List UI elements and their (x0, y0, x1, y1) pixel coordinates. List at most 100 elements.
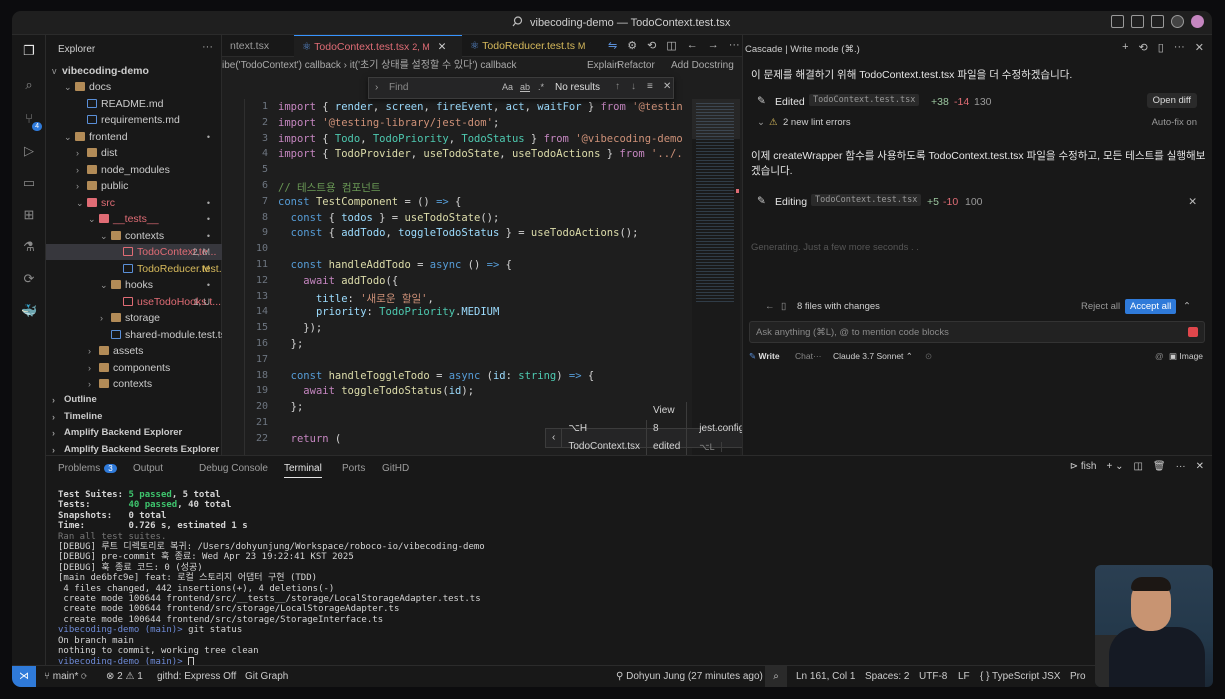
next-match-icon[interactable]: ↓ (631, 81, 636, 92)
panel-tab-debug-console[interactable]: Debug Console (199, 463, 268, 474)
back-arrow-icon[interactable]: ← (687, 39, 698, 52)
problems-indicator[interactable]: ⊗ 2 ⚠ 1 (106, 666, 143, 687)
search-view-icon[interactable]: ⌕ (21, 77, 37, 93)
breadcrumb[interactable]: ibe('TodoContext') callback › it('초기 상태를… (222, 57, 742, 75)
remote-explorer-icon[interactable]: ▭ (21, 175, 37, 191)
code-line[interactable]: }); (278, 322, 322, 334)
code-line[interactable]: await toggleTodoStatus(id); (278, 385, 474, 397)
tree-folder[interactable]: › components (46, 360, 222, 376)
stop-button[interactable] (1188, 327, 1198, 337)
branch-indicator[interactable]: ⑂ main* ⟳ (44, 666, 87, 687)
tree-folder[interactable]: ⌄ docs (46, 79, 222, 95)
code-line[interactable]: // 테스트용 컴포넌트 (278, 180, 381, 195)
tree-folder[interactable]: ⌄ hooks • (46, 277, 222, 293)
tree-folder[interactable]: ⌄ src • (46, 195, 222, 211)
toggle-secondary-sidebar-icon[interactable] (1111, 15, 1124, 28)
editing-file-name[interactable]: TodoContext.test.tsx (811, 194, 922, 206)
indentation[interactable]: Spaces: 2 (865, 666, 909, 687)
encoding[interactable]: UTF-8 (919, 666, 947, 687)
code-line[interactable]: import '@testing-library/jest-dom'; (278, 117, 499, 129)
forward-arrow-icon[interactable]: → (708, 39, 719, 52)
more-actions-icon[interactable]: ··· (202, 41, 213, 53)
tree-folder[interactable]: › assets (46, 343, 222, 359)
tree-folder[interactable]: ⌄ frontend • (46, 129, 222, 145)
docker-icon[interactable]: 🐳 (21, 303, 37, 319)
code-line[interactable]: const { addTodo, toggleTodoStatus } = us… (278, 227, 639, 239)
tree-file[interactable]: requirements.md (46, 112, 222, 128)
run-debug-icon[interactable]: ▷ (21, 143, 37, 159)
history-icon[interactable]: ⟲ (647, 39, 656, 52)
account-icon[interactable] (1171, 15, 1184, 28)
tree-folder[interactable]: ⌄ __tests__ • (46, 211, 222, 227)
panel-tab-terminal[interactable]: Terminal (284, 463, 322, 478)
code-line[interactable]: const handleAddTodo = async () => { (278, 259, 512, 271)
git-graph-icon[interactable]: ⟳ (21, 271, 37, 287)
more-icon[interactable]: ··· (813, 351, 822, 361)
close-icon[interactable]: ✕ (1195, 41, 1204, 54)
history-icon[interactable]: ⟲ (1139, 41, 1148, 54)
code-line[interactable]: const TestComponent = () => { (278, 196, 461, 208)
section-amplify-backend-explorer[interactable]: › Amplify Backend Explorer (46, 425, 222, 441)
tree-file[interactable]: shared-module.test.ts (46, 327, 226, 343)
code-line[interactable]: import { render, screen, fireEvent, act,… (278, 101, 683, 113)
tree-file[interactable]: useTodoHooks.t... 1, U (46, 294, 222, 310)
explain-lens[interactable]: Explain (587, 57, 620, 75)
tab-todoreducer-test[interactable]: ⚛ TodoReducer.test.ts M (462, 35, 598, 57)
line-ending[interactable]: LF (958, 666, 970, 687)
section-outline[interactable]: › Outline (46, 392, 222, 408)
toggle-panel-icon[interactable] (1151, 15, 1164, 28)
toggle-primary-sidebar-icon[interactable] (1131, 15, 1144, 28)
chat-input[interactable]: Ask anything (⌘L), @ to mention code blo… (749, 321, 1205, 343)
new-terminal-icon[interactable]: + ⌄ (1106, 461, 1123, 472)
close-find-icon[interactable]: ✕ (663, 81, 671, 92)
chevron-up-icon[interactable]: ⌃ (1183, 301, 1191, 312)
tree-folder[interactable]: › contexts (46, 376, 222, 392)
split-editor-icon[interactable]: ◫ (666, 39, 676, 52)
refactor-lens[interactable]: Refactor (617, 57, 655, 75)
code-line[interactable]: await addTodo({ (278, 275, 398, 287)
git-graph-button[interactable]: Git Graph (245, 666, 288, 687)
extensions-icon[interactable]: ⊞ (21, 207, 37, 223)
search-icon[interactable] (512, 16, 523, 27)
minimap[interactable] (692, 99, 740, 455)
new-chat-icon[interactable]: + (1122, 41, 1128, 54)
explorer-icon[interactable]: ❐ (21, 43, 37, 59)
cursor-position[interactable]: Ln 161, Col 1 (796, 666, 856, 687)
terminal-shell[interactable]: ⊳ fish (1070, 461, 1097, 472)
docstring-lens[interactable]: Add Docstring (671, 57, 734, 75)
edit-file-link[interactable]: ⌥H TodoContext.tsx (562, 420, 648, 456)
find-in-selection-icon[interactable]: ≡ (647, 81, 653, 92)
reject-all-button[interactable]: Reject all (1081, 301, 1120, 312)
source-control-icon[interactable]: ⑂ 4 (21, 111, 42, 131)
section-timeline[interactable]: › Timeline (46, 409, 222, 425)
remote-indicator-icon[interactable]: ⋊ (12, 666, 36, 687)
mention-icon[interactable]: ⊙ (925, 351, 932, 362)
previous-file-icon[interactable]: ‹ (546, 429, 563, 447)
pro-badge[interactable]: Pro (1070, 666, 1086, 687)
terminal-output[interactable]: Test Suites: 5 passed, 5 total Tests: 40… (58, 490, 485, 667)
whole-word-icon[interactable]: ab (520, 82, 530, 92)
tree-folder[interactable]: › dist (46, 145, 222, 161)
language-mode[interactable]: { } TypeScript JSX (980, 666, 1060, 687)
zoom-icon[interactable]: ⌕ (765, 666, 787, 687)
open-diff-button[interactable]: Open diff (1146, 93, 1197, 108)
panel-tab-problems[interactable]: Problems 3 (58, 463, 117, 474)
accept-all-button[interactable]: Accept all (1125, 299, 1177, 314)
code-view[interactable]: 1 import { render, screen, fireEvent, act… (222, 99, 692, 455)
explorer-root[interactable]: v vibecoding-demo (46, 63, 222, 79)
code-line[interactable]: priority: TodoPriority.MEDIUM (278, 306, 499, 318)
tree-folder[interactable]: › node_modules (46, 162, 222, 178)
githd-indicator[interactable]: githd: Express Off (157, 666, 236, 687)
more-icon[interactable]: ··· (1174, 41, 1185, 54)
copilot-icon[interactable] (1191, 15, 1204, 28)
chat-mode-button[interactable]: Chat (795, 351, 813, 361)
tree-file[interactable]: TodoContext.te... 2, M (46, 244, 222, 260)
settings-gear-icon[interactable]: ⚙ (627, 39, 637, 52)
previous-match-icon[interactable]: ↑ (615, 81, 620, 92)
code-line[interactable]: }; (278, 401, 304, 413)
regex-icon[interactable]: .* (538, 82, 544, 92)
code-line[interactable]: }; (278, 338, 304, 350)
close-icon[interactable]: ✕ (438, 41, 447, 53)
testing-icon[interactable]: ⚗ (21, 239, 37, 255)
code-line[interactable]: import { TodoProvider, useTodoState, use… (278, 148, 683, 160)
